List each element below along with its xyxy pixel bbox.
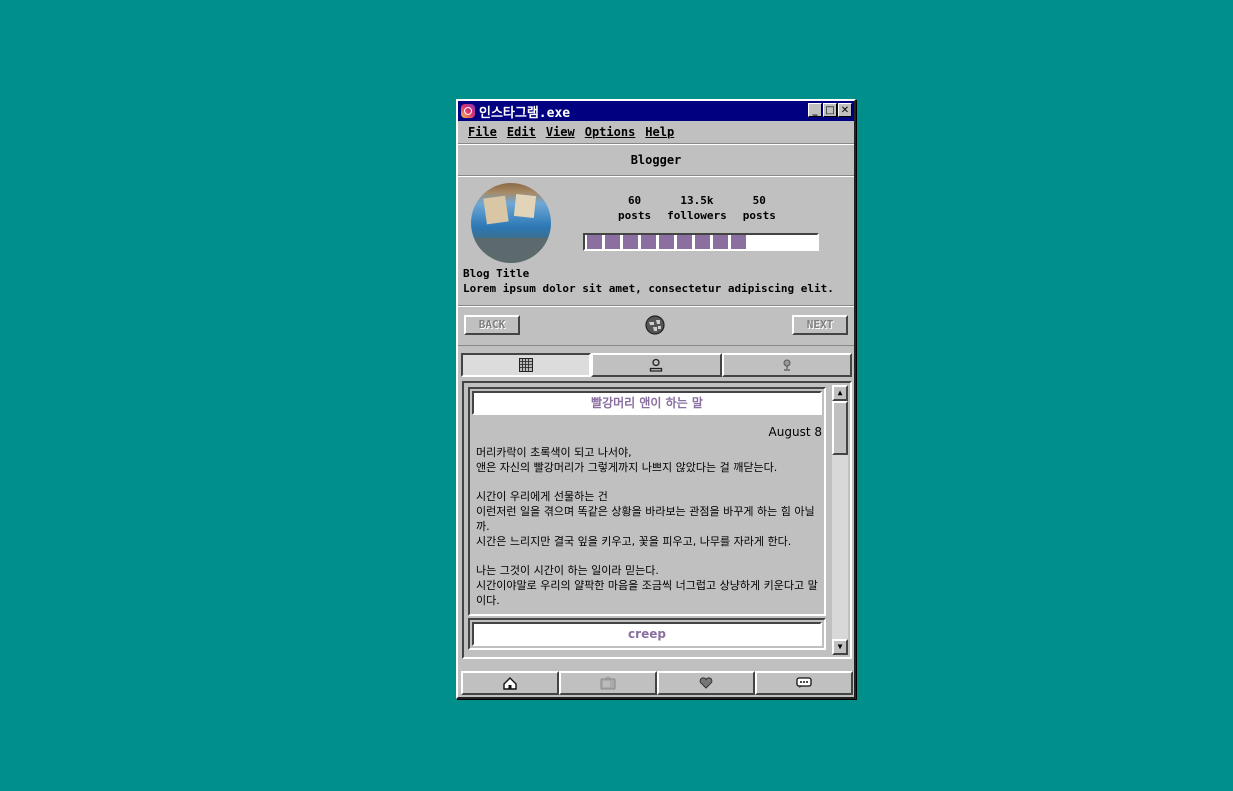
post-line: 머리카락이 초록색이 되고 나서야,	[476, 446, 632, 459]
nav-tv[interactable]	[559, 671, 657, 695]
progress-segment	[623, 235, 638, 249]
menu-edit[interactable]: Edit	[507, 125, 536, 139]
post-card: creep	[468, 618, 826, 650]
instagram-icon	[461, 104, 475, 118]
progress-segment	[731, 235, 746, 249]
app-window: 인스타그램.exe _ □ ✕ File Edit View Options H…	[456, 99, 856, 699]
progress-segment	[659, 235, 674, 249]
globe-icon[interactable]	[645, 315, 665, 335]
stat-value: 60	[627, 194, 642, 207]
home-icon	[503, 676, 517, 690]
back-button[interactable]: BACK	[464, 315, 520, 335]
profile-section: 60 posts 13.5k followers 50 posts Blog T…	[458, 176, 854, 306]
tab-profile[interactable]	[591, 353, 722, 377]
post-line: 이런저런 일을 겪으며 똑같은 상황을 바라보는 관점을 바꾸게 하는 힘 아닐…	[476, 505, 815, 533]
post-body: 머리카락이 초록색이 되고 나서야, 앤은 자신의 빨강머리가 그렇게까지 나쁘…	[470, 445, 824, 614]
progress-segment	[713, 235, 728, 249]
stat-followers[interactable]: 13.5k followers	[667, 193, 727, 223]
menu-bar: File Edit View Options Help	[458, 121, 854, 144]
tab-location[interactable]	[721, 353, 852, 377]
next-button[interactable]: NEXT	[792, 315, 848, 335]
nav-messages[interactable]	[755, 671, 853, 695]
scroll-thumb[interactable]	[832, 401, 848, 455]
profile-stats: 60 posts 13.5k followers 50 posts	[618, 193, 776, 223]
nav-home[interactable]	[461, 671, 559, 695]
stat-label: posts	[618, 209, 652, 222]
stat-label: followers	[667, 209, 727, 222]
vertical-scrollbar[interactable]: ▲ ▼	[832, 385, 848, 655]
post-title[interactable]: 빨강머리 앤이 하는 말	[472, 391, 822, 415]
avatar[interactable]	[471, 183, 551, 263]
progress-segment	[677, 235, 692, 249]
stat-label: posts	[742, 209, 776, 222]
post-date: August 8	[768, 425, 822, 439]
menu-view[interactable]: View	[546, 125, 575, 139]
chat-icon	[796, 677, 812, 688]
menu-options[interactable]: Options	[585, 125, 636, 139]
tab-grid[interactable]	[461, 353, 592, 377]
window-controls: _ □ ✕	[808, 103, 852, 117]
minimize-button[interactable]: _	[808, 103, 822, 117]
progress-segment	[587, 235, 602, 249]
stat-value: 13.5k	[680, 194, 714, 207]
progress-segment	[605, 235, 620, 249]
stat-posts-2[interactable]: 50 posts	[743, 193, 776, 223]
post-line: 나는 그것이 시간이 하는 일이라 믿는다.	[476, 564, 659, 577]
post-line: 앤은 자신의 빨강머리가 그렇게까지 나쁘지 않았다는 걸 깨닫는다.	[476, 461, 778, 474]
maximize-button[interactable]: □	[823, 103, 837, 117]
title-bar[interactable]: 인스타그램.exe _ □ ✕	[458, 101, 854, 121]
navigation-row: BACK NEXT	[458, 306, 854, 346]
stat-posts[interactable]: 60 posts	[618, 193, 651, 223]
scroll-up-button[interactable]: ▲	[832, 385, 848, 401]
user-icon	[650, 358, 663, 372]
menu-file[interactable]: File	[468, 125, 497, 139]
post-line: 시간은 느리지만 결국 잎을 키우고, 꽃을 피우고, 나무를 자라게 한다.	[476, 535, 792, 548]
profile-tabs	[461, 353, 852, 377]
stat-value: 50	[752, 194, 766, 207]
post-card: 빨강머리 앤이 하는 말 August 8 머리카락이 초록색이 되고 나서야,…	[468, 387, 826, 616]
post-line: 시간이 우리에게 선물하는 건	[476, 490, 608, 503]
post-line: 시간이야말로 우리의 얄팍한 마음을 조금씩 너그럽고 상냥하게 키운다고 말이…	[476, 579, 818, 607]
grid-icon	[519, 358, 534, 372]
profile-username: Blogger	[458, 144, 854, 176]
post-feed[interactable]: 빨강머리 앤이 하는 말 August 8 머리카락이 초록색이 되고 나서야,…	[466, 385, 828, 655]
nav-likes[interactable]	[657, 671, 755, 695]
window-title: 인스타그램.exe	[479, 105, 571, 121]
blog-title: Blog Title	[463, 267, 530, 280]
post-title[interactable]: creep	[472, 622, 822, 646]
close-button[interactable]: ✕	[838, 103, 852, 117]
post-feed-panel: 빨강머리 앤이 하는 말 August 8 머리카락이 초록색이 되고 나서야,…	[462, 381, 852, 659]
bottom-navigation	[461, 671, 853, 695]
progress-segment	[641, 235, 656, 249]
progress-segment	[695, 235, 710, 249]
heart-icon	[699, 677, 713, 689]
progress-bar	[583, 233, 819, 251]
tv-icon	[600, 676, 616, 690]
pin-icon	[783, 359, 791, 371]
scroll-down-button[interactable]: ▼	[832, 639, 848, 655]
blog-description: Lorem ipsum dolor sit amet, consectetur …	[463, 282, 834, 295]
menu-help[interactable]: Help	[645, 125, 674, 139]
